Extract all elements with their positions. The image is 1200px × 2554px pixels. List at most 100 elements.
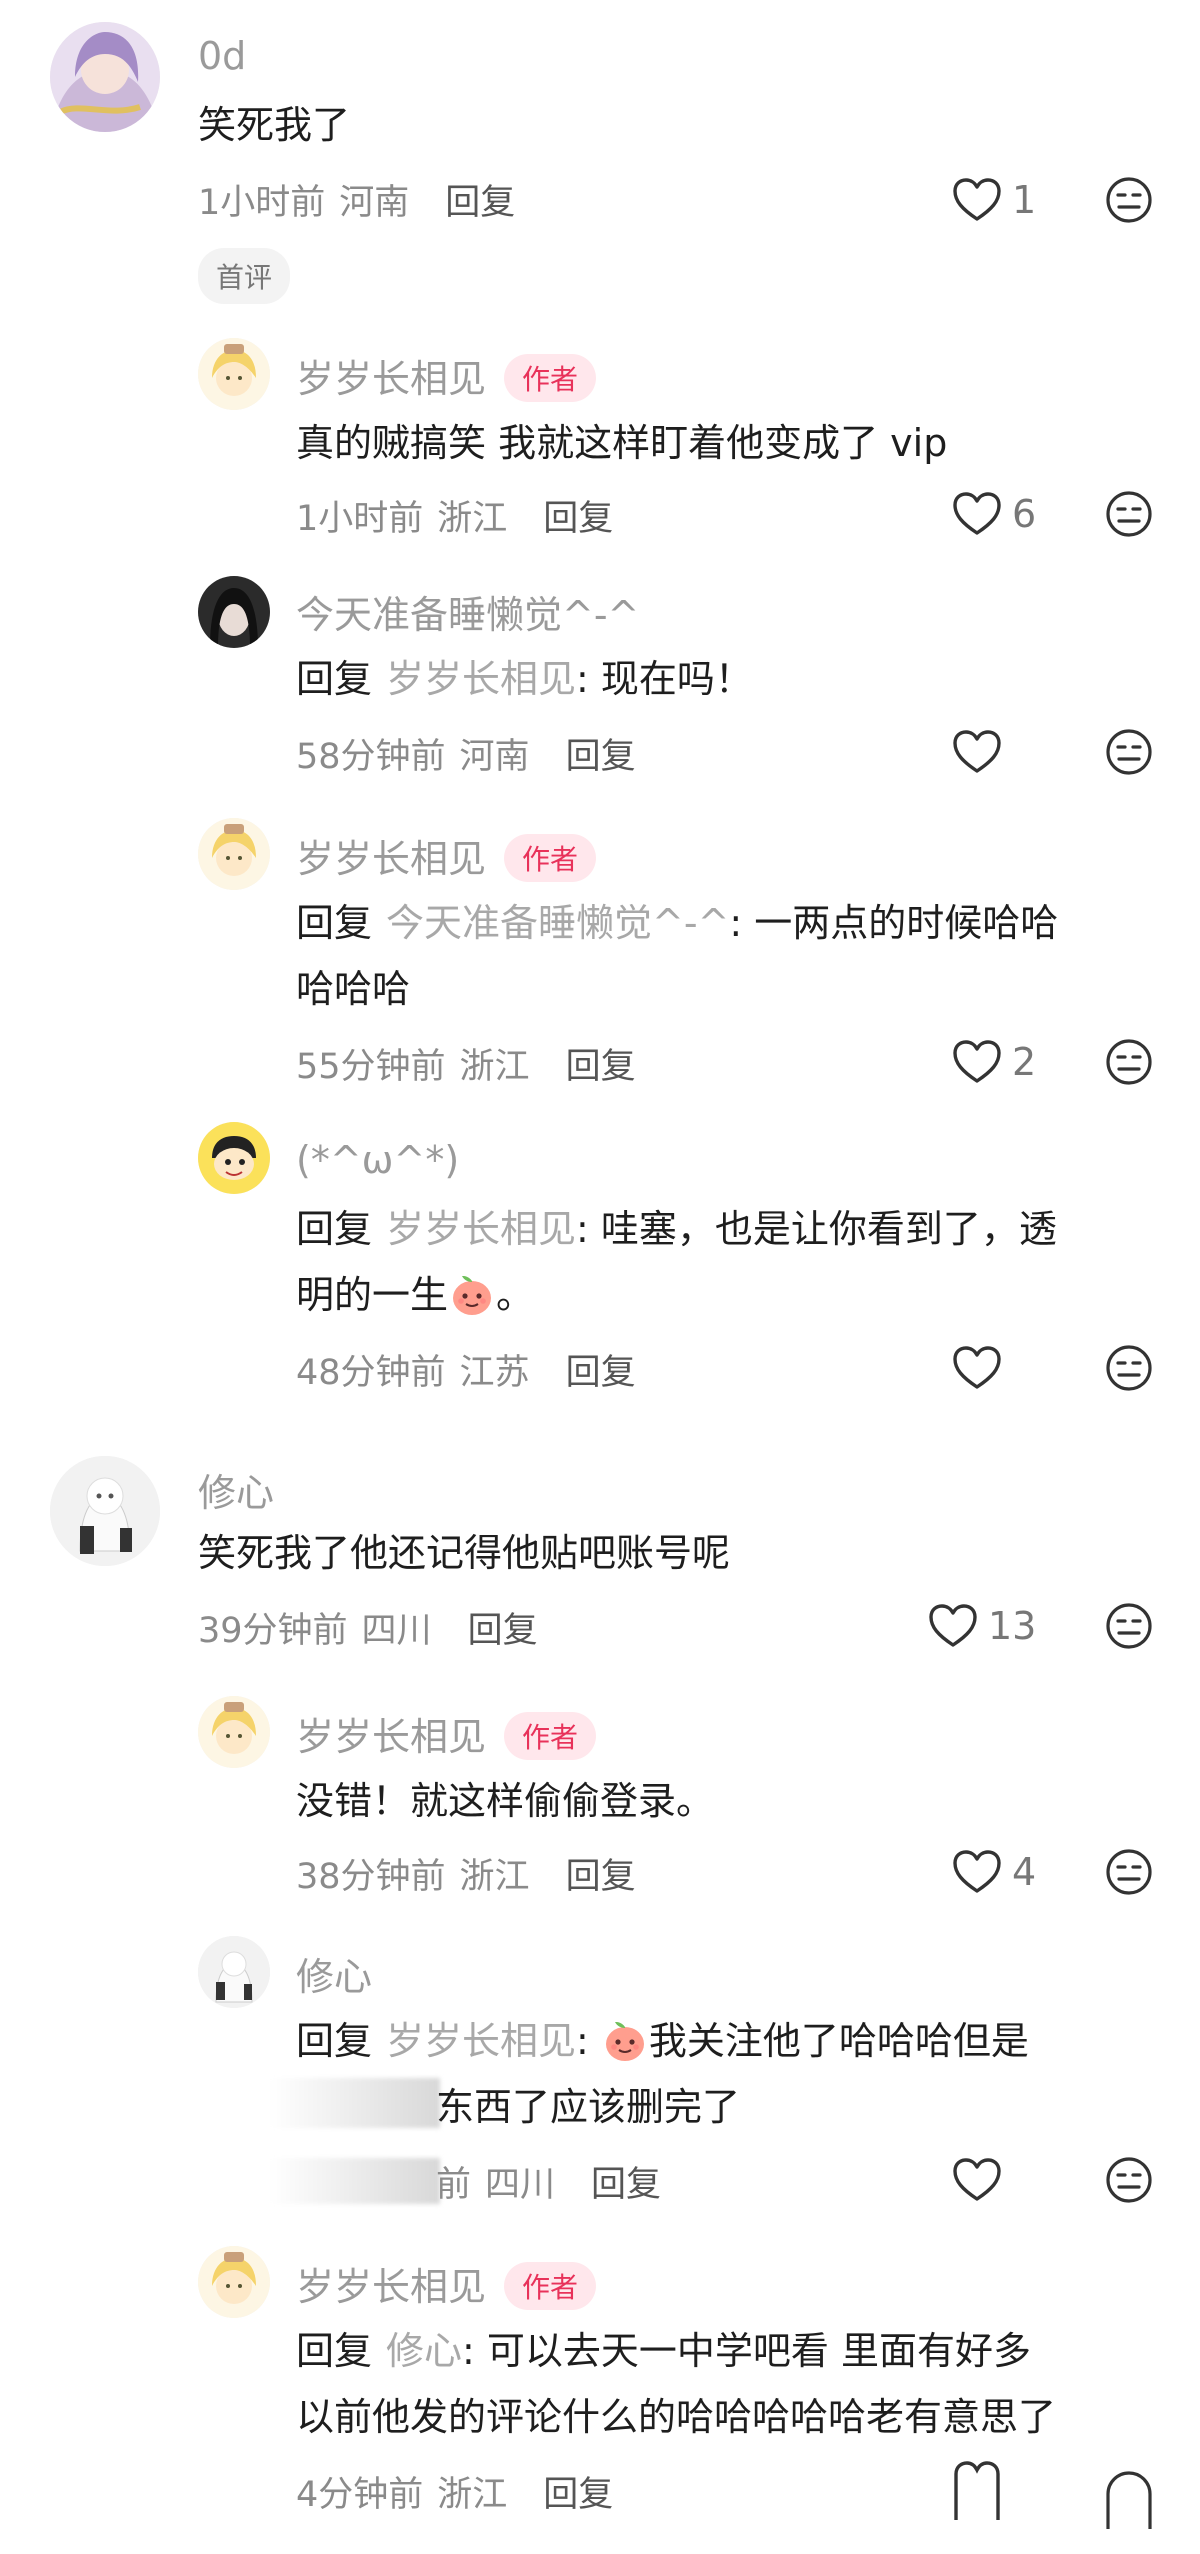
reply-body: : 可以去天一中学吧看 里面有好多: [462, 2329, 1031, 2373]
heart-outline-icon: [952, 177, 1002, 223]
username[interactable]: 0d: [198, 34, 246, 78]
reply-target[interactable]: 今天准备睡懒觉^-^: [386, 901, 729, 945]
avatar[interactable]: [198, 576, 270, 648]
avatar[interactable]: [198, 338, 270, 410]
avatar[interactable]: [198, 818, 270, 890]
comment-reply: 今天准备睡懒觉^-^ 回复 岁岁长相见: 现在吗！ 58分钟前 河南 回复: [0, 570, 1200, 790]
comment-text-line2: 哈哈哈: [296, 967, 411, 1011]
comment-text: 回复 今天准备睡懒觉^-^: 一两点的时候哈哈: [296, 890, 1058, 956]
timestamp: 39分钟前: [198, 1611, 348, 1651]
dislike-face-icon[interactable]: [1104, 2464, 1154, 2534]
timestamp: 4分钟前: [296, 2475, 424, 2515]
timestamp: 1小时前: [296, 499, 424, 539]
comment-thread: 0d 笑死我了 1小时前 河南 回复 1 首评 岁岁长相见 作者 真的贼搞笑 我就这样…: [0, 0, 1200, 2554]
dislike-face-icon[interactable]: [1104, 489, 1154, 539]
reply-body: : 现在吗！: [576, 657, 753, 701]
like-button[interactable]: [952, 1338, 1002, 1398]
dislike-face-icon[interactable]: [1104, 1343, 1154, 1393]
peach-emoji-icon: [601, 2016, 649, 2064]
like-count: 6: [1012, 492, 1037, 536]
like-count: 2: [1012, 1040, 1037, 1084]
reply-prefix: 回复: [296, 901, 373, 945]
timestamp: 48分钟前: [296, 1353, 446, 1393]
heart-outline-icon: [928, 1603, 978, 1649]
like-button[interactable]: 13: [928, 1596, 1036, 1656]
username[interactable]: 岁岁长相见 作者: [296, 828, 597, 886]
comment-reply: (*^ω^*) 回复 岁岁长相见: 哇塞，也是让你看到了，透 明的一生。 48分钟…: [0, 1118, 1200, 1408]
comment-reply: 岁岁长相见 作者 回复 今天准备睡懒觉^-^: 一两点的时候哈哈 哈哈哈 55分钟前…: [0, 810, 1200, 1090]
username[interactable]: 修心: [198, 1462, 274, 1517]
reply-button[interactable]: 回复: [543, 499, 613, 539]
username-text: 岁岁长相见: [296, 357, 487, 401]
comment-meta: 58分钟前 河南 回复: [296, 728, 636, 779]
dislike-face-icon[interactable]: [1104, 1601, 1154, 1651]
reply-target[interactable]: 修心: [386, 2329, 462, 2373]
reply-body: : 一两点的时候哈哈: [729, 901, 1059, 945]
peach-emoji-icon: [448, 1270, 496, 1318]
comment-meta: 39分钟前 四川 回复: [198, 1602, 538, 1653]
avatar[interactable]: [198, 1696, 270, 1768]
heart-outline-icon: [952, 1039, 1002, 1085]
username[interactable]: 岁岁长相见 作者: [296, 1706, 597, 1764]
reply-button[interactable]: 回复: [566, 1353, 636, 1393]
reply-body-line2: 明的一生: [296, 1273, 449, 1317]
dislike-face-icon[interactable]: [1104, 1847, 1154, 1897]
like-count: 13: [988, 1604, 1037, 1648]
avatar[interactable]: [50, 1456, 160, 1566]
reply-target[interactable]: 岁岁长相见: [386, 1207, 576, 1251]
timestamp: 58分钟前: [296, 737, 446, 777]
like-button[interactable]: [952, 2460, 1002, 2520]
location: 浙江: [437, 2475, 508, 2515]
location: 河南: [459, 737, 530, 777]
comment-top-level: 0d 笑死我了 1小时前 河南 回复 1 首评: [0, 0, 1200, 304]
author-badge: 作者: [504, 2261, 597, 2310]
like-button[interactable]: [952, 2150, 1002, 2210]
avatar[interactable]: [198, 1122, 270, 1194]
reply-target[interactable]: 岁岁长相见: [386, 657, 576, 701]
heart-outline-icon: [954, 2461, 1000, 2520]
dislike-face-icon[interactable]: [1104, 175, 1154, 225]
avatar[interactable]: [198, 1936, 270, 2008]
dislike-face-icon[interactable]: [1104, 2155, 1154, 2205]
dislike-face-icon[interactable]: [1104, 1037, 1154, 1087]
like-button[interactable]: 4: [952, 1842, 1036, 1902]
timestamp: 38分钟前: [296, 1857, 446, 1897]
reply-button[interactable]: 回复: [445, 183, 515, 223]
reply-button[interactable]: 回复: [468, 1611, 538, 1651]
reply-button[interactable]: 回复: [566, 1047, 636, 1087]
username-text: 岁岁长相见: [296, 837, 487, 881]
reply-button[interactable]: 回复: [566, 737, 636, 777]
username[interactable]: 岁岁长相见 作者: [296, 2256, 597, 2314]
reply-button[interactable]: 回复: [591, 2165, 661, 2205]
location: 江苏: [459, 1353, 530, 1393]
comment-meta: 4分钟前 浙江 回复: [296, 2466, 613, 2517]
heart-outline-icon: [952, 2157, 1002, 2203]
author-badge: 作者: [504, 1711, 597, 1760]
comment-meta: 48分钟前 江苏 回复: [296, 1344, 636, 1395]
like-button[interactable]: [952, 722, 1002, 782]
like-button[interactable]: 2: [952, 1032, 1036, 1092]
first-comment-tag: 首评: [198, 248, 291, 304]
like-button[interactable]: 1: [952, 170, 1036, 230]
like-button[interactable]: 6: [952, 484, 1036, 544]
reply-button[interactable]: 回复: [543, 2475, 613, 2515]
reply-button[interactable]: 回复: [566, 1857, 636, 1897]
heart-outline-icon: [952, 491, 1002, 537]
like-count: 4: [1012, 1850, 1037, 1894]
dislike-face-icon[interactable]: [1104, 727, 1154, 777]
location: 河南: [339, 183, 410, 223]
timestamp: 前: [436, 2165, 472, 2205]
username[interactable]: (*^ω^*): [296, 1138, 459, 1182]
reply-target[interactable]: 岁岁长相见: [386, 2019, 576, 2063]
avatar[interactable]: [50, 22, 160, 132]
comment-text: 真的贼搞笑 我就这样盯着他变成了 vip: [296, 421, 948, 465]
reply-body-end: 。: [496, 1273, 535, 1317]
username-text: 岁岁长相见: [296, 2265, 487, 2309]
username-text: 岁岁长相见: [296, 1715, 487, 1759]
location: 四川: [485, 2165, 556, 2205]
username[interactable]: 岁岁长相见 作者: [296, 348, 597, 406]
username[interactable]: 今天准备睡懒觉^-^: [296, 584, 639, 639]
username[interactable]: 修心: [296, 1946, 372, 2001]
avatar[interactable]: [198, 2246, 270, 2318]
comment-reply: 岁岁长相见 作者 回复 修心: 可以去天一中学吧看 里面有好多 以前他发的评论什么的…: [0, 2238, 1200, 2554]
